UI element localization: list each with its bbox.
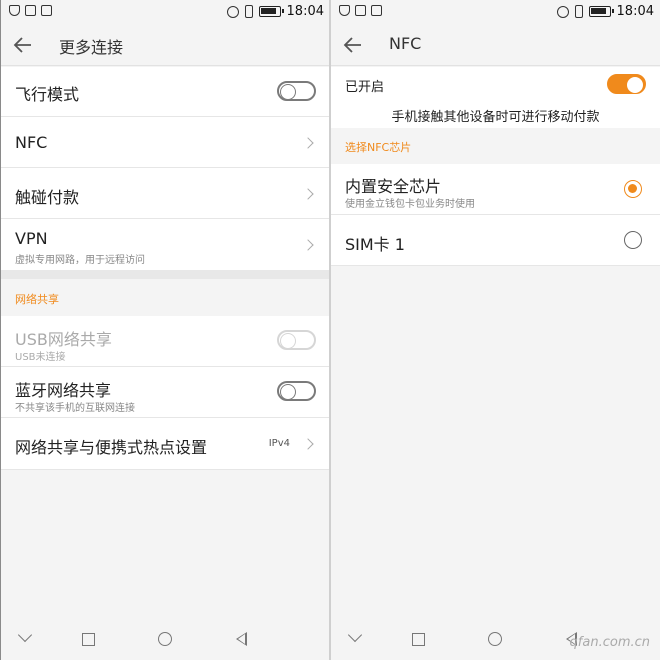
recent-apps-icon[interactable]: [412, 633, 425, 646]
bluetooth-tethering-label: 蓝牙网络共享: [15, 381, 112, 400]
sim-card-radio[interactable]: [624, 231, 642, 249]
chevron-right-icon: [302, 239, 314, 251]
airplane-mode-row[interactable]: 飞行模式: [1, 67, 330, 117]
usb-tethering-row[interactable]: USB网络共享 USB未连接: [1, 316, 330, 367]
usb-tethering-label: USB网络共享: [15, 330, 112, 349]
sim-card-label: SIM卡 1: [345, 235, 405, 254]
back-arrow-icon[interactable]: [13, 35, 33, 55]
shield-icon: [9, 5, 20, 16]
usb-tethering-status: USB未连接: [15, 352, 66, 363]
battery-icon: [588, 6, 614, 17]
nfc-settings-list: 已开启 手机接触其他设备时可进行移动付款 选择NFC芯片 内置安全芯片 使用金立…: [331, 67, 660, 266]
airplane-mode-toggle[interactable]: [277, 81, 316, 101]
recent-apps-icon[interactable]: [82, 633, 95, 646]
shield-icon: [339, 5, 350, 16]
airplane-mode-label: 飞行模式: [15, 85, 80, 104]
nfc-caption: 手机接触其他设备时可进行移动付款: [391, 110, 600, 125]
image-icon: [355, 5, 366, 16]
app-bar: NFC: [331, 24, 660, 66]
bluetooth-tethering-toggle[interactable]: [277, 381, 316, 401]
vpn-label: VPN: [15, 229, 48, 248]
nfc-label: NFC: [15, 133, 48, 152]
more-connections-screen: 18:04 更多连接 飞行模式 NFC 触碰付款 VPN 虚拟专用网路，用于远程…: [1, 0, 330, 660]
home-icon[interactable]: [488, 632, 502, 646]
page-title: 更多连接: [59, 38, 124, 57]
nfc-caption-row: 手机接触其他设备时可进行移动付款: [331, 103, 660, 128]
secure-chip-radio[interactable]: [624, 180, 642, 198]
watermark: qfan.com.cn: [569, 635, 650, 650]
clock: 18:04: [616, 4, 654, 19]
tap-to-pay-label: 触碰付款: [15, 188, 80, 207]
navigation-bar: [1, 618, 330, 660]
home-icon[interactable]: [158, 632, 172, 646]
bluetooth-tethering-row[interactable]: 蓝牙网络共享 不共享该手机的互联网连接: [1, 367, 330, 418]
chevron-right-icon: [302, 137, 314, 149]
secure-chip-label: 内置安全芯片: [345, 177, 442, 196]
nfc-screen: 18:04 NFC 已开启 手机接触其他设备时可进行移动付款 选择NFC芯片 内…: [331, 0, 660, 660]
vpn-description: 虚拟专用网路，用于远程访问: [15, 255, 145, 266]
section-title: 网络共享: [15, 293, 59, 306]
image-icon: [25, 5, 36, 16]
hide-keyboard-icon[interactable]: [347, 627, 363, 643]
chevron-right-icon: [302, 438, 314, 450]
vibrate-icon: [574, 5, 583, 18]
chip-section: 选择NFC芯片: [331, 128, 660, 164]
vibrate-icon: [244, 5, 253, 18]
tap-to-pay-row[interactable]: 触碰付款: [1, 168, 330, 219]
nfc-toggle[interactable]: [607, 74, 646, 94]
page-title: NFC: [389, 34, 422, 53]
chevron-right-icon: [302, 188, 314, 200]
back-arrow-icon[interactable]: [343, 35, 363, 55]
bluetooth-tethering-description: 不共享该手机的互联网连接: [15, 403, 135, 414]
nfc-enabled-label: 已开启: [345, 80, 385, 95]
sim-card-row[interactable]: SIM卡 1: [331, 215, 660, 266]
nfc-status-icon: [226, 5, 239, 18]
app-bar: 更多连接: [1, 24, 330, 66]
secure-chip-description: 使用金立钱包卡包业务时使用: [345, 199, 475, 210]
hotspot-settings-label: 网络共享与便携式热点设置: [15, 438, 208, 457]
battery-icon: [258, 6, 284, 17]
nfc-row[interactable]: NFC: [1, 117, 330, 168]
status-bar: 18:04: [331, 0, 660, 24]
back-icon[interactable]: [236, 632, 247, 646]
section-divider: [1, 270, 330, 279]
ip-version-label: IPv4: [268, 438, 290, 449]
nfc-status-icon: [556, 5, 569, 18]
status-bar: 18:04: [1, 0, 330, 24]
navigation-bar: qfan.com.cn: [331, 618, 660, 660]
connections-list: 飞行模式 NFC 触碰付款 VPN 虚拟专用网路，用于远程访问 网络共享 USB…: [1, 67, 330, 470]
notification-icon: [41, 5, 52, 16]
notification-icon: [371, 5, 382, 16]
secure-chip-row[interactable]: 内置安全芯片 使用金立钱包卡包业务时使用: [331, 164, 660, 215]
section-title: 选择NFC芯片: [345, 141, 412, 154]
usb-tethering-toggle[interactable]: [277, 330, 316, 350]
clock: 18:04: [286, 4, 324, 19]
vpn-row[interactable]: VPN 虚拟专用网路，用于远程访问: [1, 219, 330, 270]
network-sharing-section: 网络共享: [1, 279, 330, 316]
nfc-enabled-row[interactable]: 已开启: [331, 67, 660, 103]
hotspot-settings-row[interactable]: 网络共享与便携式热点设置 IPv4: [1, 418, 330, 470]
hide-keyboard-icon[interactable]: [17, 627, 33, 643]
